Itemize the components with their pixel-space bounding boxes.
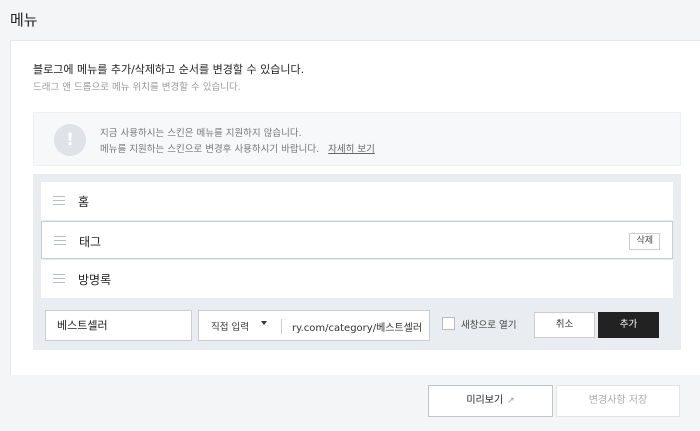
menu-item-label: 방명록 [78, 273, 112, 287]
drag-handle-icon[interactable] [54, 236, 66, 246]
menu-item-label: 홈 [78, 195, 90, 209]
new-window-checkbox[interactable] [442, 317, 455, 330]
menu-item-tag[interactable]: 태그 삭제 [41, 221, 673, 259]
preview-label: 미리보기 [466, 395, 504, 406]
divider [281, 319, 282, 334]
cancel-button[interactable]: 취소 [534, 312, 595, 338]
drag-handle-icon[interactable] [53, 274, 65, 284]
exclamation-icon: ! [54, 124, 86, 156]
page-title: 메뉴 [10, 11, 38, 29]
url-input[interactable]: ry.com/category/베스트셀러 [292, 319, 426, 334]
delete-button[interactable]: 삭제 [629, 233, 660, 250]
menu-list: 홈 태그 삭제 방명록 베스트셀러 직접 입력 ry.com/category/… [33, 174, 681, 350]
drag-handle-icon[interactable] [53, 196, 65, 206]
preview-button[interactable]: 미리보기 ↗ [428, 385, 553, 417]
menu-item-label: 태그 [79, 235, 102, 249]
menu-item-home[interactable]: 홈 [41, 182, 673, 220]
caret-down-icon [261, 321, 267, 325]
skin-notice: ! 지금 사용하시는 스킨은 메뉴를 지원하지 않습니다. 메뉴를 지원하는 스… [33, 112, 681, 166]
add-menu-row: 베스트셀러 직접 입력 ry.com/category/베스트셀러 새창으로 열… [39, 307, 675, 345]
menu-item-guestbook[interactable]: 방명록 [41, 260, 673, 298]
details-link[interactable]: 자세히 보기 [328, 144, 375, 155]
link-type-selected: 직접 입력 [211, 322, 249, 333]
link-type-select[interactable]: 직접 입력 ry.com/category/베스트셀러 [198, 310, 430, 341]
save-changes-button[interactable]: 변경사항 저장 [556, 385, 680, 417]
new-window-label[interactable]: 새창으로 열기 [461, 317, 516, 331]
external-link-icon: ↗ [507, 396, 515, 406]
add-button[interactable]: 추가 [598, 312, 659, 338]
menu-name-input[interactable]: 베스트셀러 [45, 310, 192, 341]
notice-line-1: 지금 사용하시는 스킨은 메뉴를 지원하지 않습니다. [100, 128, 302, 139]
notice-line-2: 메뉴를 지원하는 스킨으로 변경후 사용하시기 바랍니다. 자세히 보기 [100, 141, 375, 155]
notice-line-2-text: 메뉴를 지원하는 스킨으로 변경후 사용하시기 바랍니다. [100, 144, 320, 155]
description-text: 블로그에 메뉴를 추가/삭제하고 순서를 변경할 수 있습니다. [33, 63, 305, 76]
description-subtext: 드래그 앤 드롭으로 메뉴 위치를 변경할 수 있습니다. [33, 82, 241, 93]
